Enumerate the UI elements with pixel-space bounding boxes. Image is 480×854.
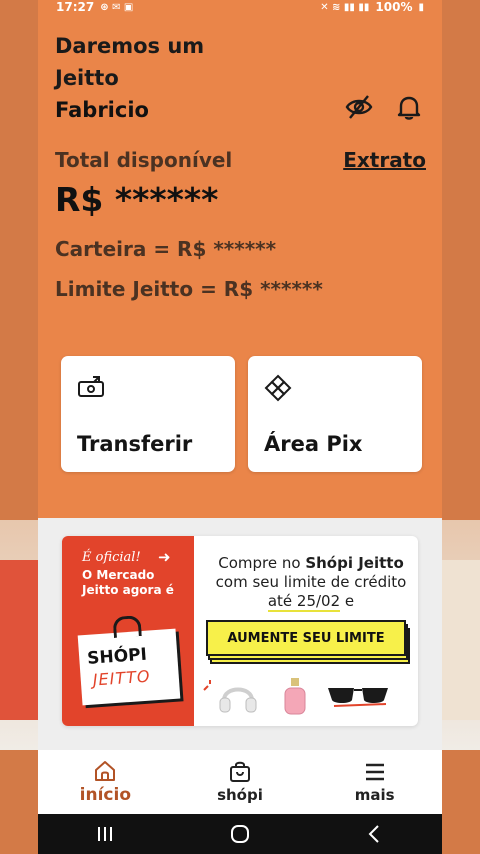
nav-item-mais[interactable]: mais <box>325 760 425 804</box>
status-time: 17:27 <box>56 0 95 14</box>
battery-level: 100% <box>375 0 413 14</box>
signal-icons: ✕ ≋ ▮▮ ▮▮ <box>320 1 370 13</box>
shopping-bag-logo: SHÓPI JEITTO <box>77 615 181 706</box>
bag-text-jeitto: JEITTO <box>92 666 152 690</box>
banner-message: Compre no Shópi Jeitto com seu limite de… <box>215 554 407 612</box>
transfer-icon <box>78 376 104 397</box>
header-actions <box>344 92 424 122</box>
home-button-icon[interactable] <box>229 823 251 845</box>
battery-icon: ▮ <box>418 1 424 13</box>
recents-icon[interactable] <box>94 823 116 845</box>
bag-text-shopi: SHÓPI <box>86 644 148 669</box>
wallet-balance: Carteira = R$ ****** <box>55 237 277 261</box>
notification-icons: ⊛ ✉ ▣ <box>100 1 134 13</box>
jeitto-limit: Limite Jeitto = R$ ****** <box>55 277 323 301</box>
nav-item-shopi[interactable]: shópi <box>190 760 290 804</box>
balance-amount: R$ ****** <box>55 180 219 219</box>
nav-label-shopi: shópi <box>217 786 263 804</box>
greeting-line-1: Daremos um <box>55 34 205 58</box>
promo-section: É oficial! ➜ O Mercado Jeitto agora é SH… <box>38 518 442 750</box>
perfume-icon <box>284 678 306 715</box>
system-navigation-bar <box>38 814 442 854</box>
banner-red-panel: É oficial! ➜ O Mercado Jeitto agora é SH… <box>62 536 194 726</box>
transfer-label: Transferir <box>77 432 193 456</box>
home-icon <box>95 761 116 781</box>
statement-link[interactable]: Extrato <box>343 148 426 172</box>
total-available-label: Total disponível <box>55 148 233 172</box>
bell-icon[interactable] <box>394 92 424 122</box>
pix-area-button[interactable]: Área Pix <box>248 356 422 472</box>
increase-limit-cta[interactable]: AUMENTE SEU LIMITE <box>206 620 410 664</box>
sunglasses-icon <box>328 688 388 707</box>
banner-white-panel: Compre no Shópi Jeitto com seu limite de… <box>194 536 418 726</box>
greeting: Daremos um Jeitto Fabricio <box>55 30 315 126</box>
hide-balance-eye-icon[interactable] <box>344 92 374 122</box>
headphones-icon <box>219 687 257 713</box>
app-screen: 17:27 ⊛ ✉ ▣ ✕ ≋ ▮▮ ▮▮ 100% ▮ Daremos um … <box>38 0 442 854</box>
right-blur-edge <box>442 0 480 854</box>
sparkle-icon <box>203 680 211 691</box>
banner-official-text: É oficial! <box>82 550 141 565</box>
pix-icon <box>264 374 292 402</box>
nav-label-inicio: início <box>79 785 131 805</box>
product-illustrations <box>202 672 416 722</box>
menu-icon <box>365 763 384 781</box>
increase-limit-label: AUMENTE SEU LIMITE <box>206 620 406 656</box>
nav-item-inicio[interactable]: início <box>55 759 155 805</box>
nav-label-mais: mais <box>354 786 395 804</box>
pix-area-label: Área Pix <box>264 432 363 456</box>
transfer-button[interactable]: Transferir <box>61 356 235 472</box>
bottom-navigation: início shópi mais <box>38 750 442 814</box>
back-icon[interactable] <box>364 823 386 845</box>
greeting-line-2: Jeitto <box>55 66 119 90</box>
arrow-right-icon: ➜ <box>158 548 171 566</box>
status-bar: 17:27 ⊛ ✉ ▣ ✕ ≋ ▮▮ ▮▮ 100% ▮ <box>38 0 442 14</box>
shop-bag-icon <box>229 761 250 782</box>
user-name: Fabricio <box>55 98 149 122</box>
shopi-promo-banner[interactable]: É oficial! ➜ O Mercado Jeitto agora é SH… <box>62 536 418 726</box>
left-blur-edge <box>0 0 38 854</box>
banner-subtitle: O Mercado Jeitto agora é <box>82 568 174 597</box>
